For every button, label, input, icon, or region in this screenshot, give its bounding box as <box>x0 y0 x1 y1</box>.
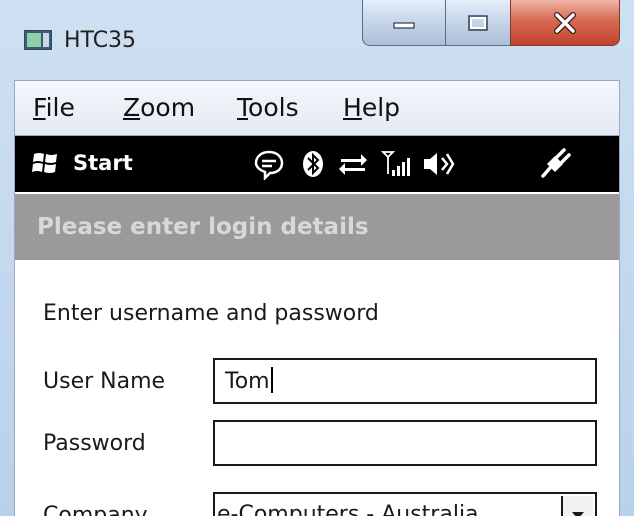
company-dropdown-button[interactable] <box>561 496 593 516</box>
volume-icon[interactable] <box>421 148 455 180</box>
emulator-window: HTC35 File Zoom Tools Help Start Please … <box>0 0 634 516</box>
windows-flag-icon[interactable] <box>31 150 61 176</box>
window-title: HTC35 <box>64 28 137 53</box>
signal-icon[interactable] <box>381 148 411 180</box>
app-icon <box>24 30 52 50</box>
username-value: Tom <box>225 367 273 396</box>
device-taskbar: Start <box>15 136 619 192</box>
login-header-bar: Please enter login details <box>15 194 619 260</box>
company-value: e-Computers - Australia <box>217 502 479 516</box>
message-icon[interactable] <box>253 148 285 180</box>
maximize-icon <box>468 14 488 31</box>
maximize-button[interactable] <box>445 0 511 46</box>
close-button[interactable] <box>510 0 620 46</box>
minimize-icon <box>393 21 415 29</box>
start-button-label[interactable]: Start <box>73 150 133 176</box>
login-instruction: Enter username and password <box>43 301 379 326</box>
menu-help[interactable]: Help <box>343 93 400 123</box>
screen: HTC35 File Zoom Tools Help Start Please … <box>0 0 634 516</box>
menu-tools[interactable]: Tools <box>237 93 299 123</box>
battery-charging-icon[interactable] <box>537 148 571 180</box>
bluetooth-icon[interactable] <box>301 148 325 180</box>
text-caret <box>270 367 273 393</box>
title-bar[interactable]: HTC35 <box>0 0 634 78</box>
login-header-text: Please enter login details <box>37 214 369 240</box>
menu-bar: File Zoom Tools Help <box>14 80 620 136</box>
dropdown-arrow-icon <box>572 512 584 516</box>
company-label: Company <box>43 503 148 516</box>
username-label: User Name <box>43 369 166 394</box>
password-input[interactable] <box>213 420 597 466</box>
menu-file[interactable]: File <box>33 93 75 123</box>
minimize-button[interactable] <box>362 0 446 46</box>
menu-zoom[interactable]: Zoom <box>123 93 195 123</box>
connectivity-icon[interactable] <box>337 148 369 180</box>
device-screen: Start Please enter login details Enter u… <box>14 136 620 516</box>
close-icon <box>554 11 576 34</box>
username-input[interactable]: Tom <box>213 358 597 404</box>
company-select[interactable]: e-Computers - Australia <box>213 492 597 516</box>
password-label: Password <box>43 431 146 456</box>
window-controls <box>362 0 620 48</box>
